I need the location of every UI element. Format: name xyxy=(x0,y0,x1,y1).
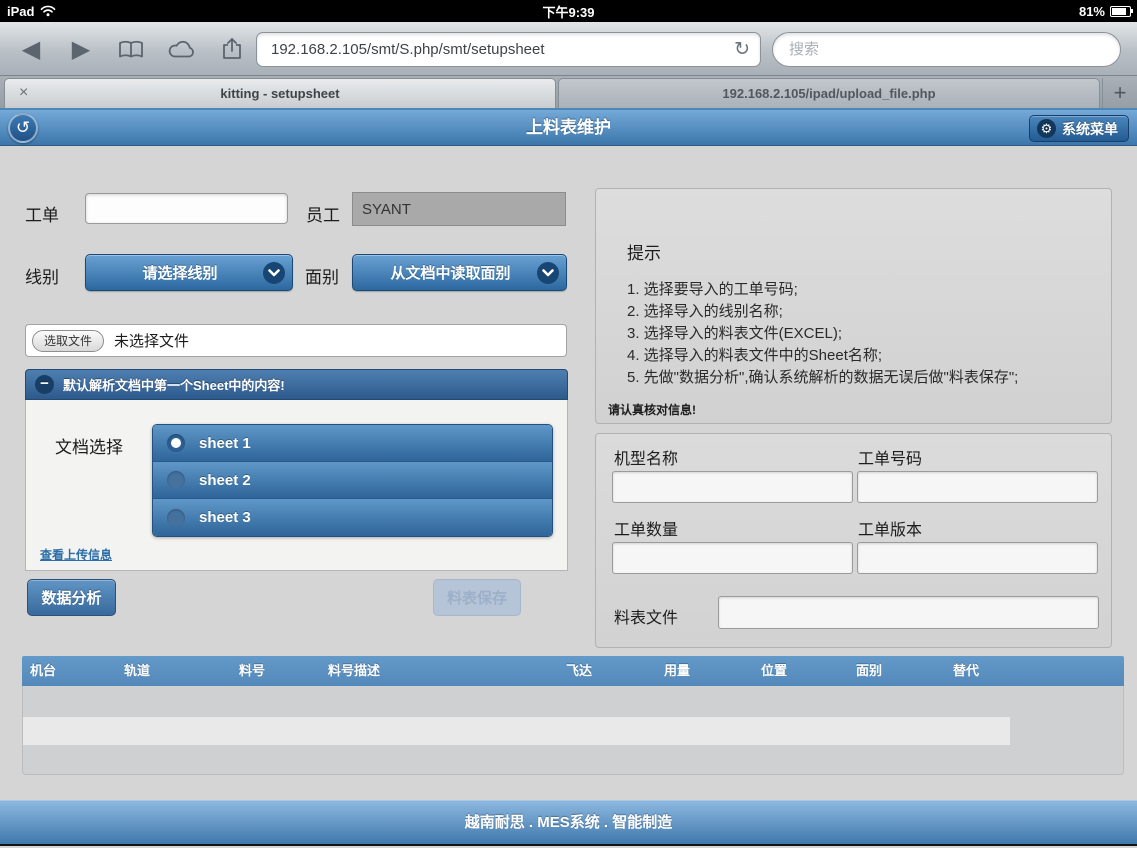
sheet-option-3[interactable]: sheet 3 xyxy=(153,499,552,536)
view-upload-info-link[interactable]: 查看上传信息 xyxy=(40,546,112,563)
table-header-row: 机台 轨道 料号 料号描述 飞达 用量 位置 面别 替代 xyxy=(22,656,1124,686)
sheet-option-label: sheet 1 xyxy=(199,435,251,452)
share-icon[interactable] xyxy=(214,22,250,76)
cloud-icon[interactable] xyxy=(162,22,202,76)
line-label: 线别 xyxy=(25,263,59,288)
col-position: 位置 xyxy=(753,656,848,686)
materials-table: 机台 轨道 料号 料号描述 飞达 用量 位置 面别 替代 xyxy=(22,656,1124,775)
col-feeder: 飞达 xyxy=(558,656,656,686)
system-menu-label: 系统菜单 xyxy=(1062,119,1118,139)
sheet-list: sheet 1 sheet 2 sheet 3 xyxy=(152,424,553,537)
tab-upload-file[interactable]: 192.168.2.105/ipad/upload_file.php xyxy=(558,78,1100,108)
tab-title: kitting - setupsheet xyxy=(220,86,339,101)
page-back-button[interactable]: ↺ xyxy=(8,113,38,143)
radio-selected-icon[interactable] xyxy=(167,434,185,452)
collapse-minus-icon[interactable]: − xyxy=(35,375,54,394)
sheet-panel-title: 默认解析文档中第一个Sheet中的内容! xyxy=(63,375,285,394)
status-bar: iPad 下午9:39 81% xyxy=(0,0,1137,22)
col-substitute: 替代 xyxy=(945,656,1124,686)
col-part-desc: 料号描述 xyxy=(320,656,558,686)
line-select-dropdown[interactable]: 请选择线别 xyxy=(85,254,293,291)
col-track: 轨道 xyxy=(116,656,231,686)
search-input[interactable] xyxy=(772,32,1121,67)
line-select-value: 请选择线别 xyxy=(142,262,217,283)
bookmarks-icon[interactable] xyxy=(112,22,150,76)
forward-icon[interactable]: ▶ xyxy=(66,22,96,76)
sheet-file-input[interactable] xyxy=(718,596,1099,629)
model-name-input[interactable] xyxy=(612,471,853,503)
model-name-label: 机型名称 xyxy=(614,445,678,469)
side-select-dropdown[interactable]: 从文档中读取面别 xyxy=(352,254,567,291)
system-menu-button[interactable]: ⚙ 系统菜单 xyxy=(1029,115,1129,142)
order-no-input[interactable] xyxy=(857,471,1098,503)
order-ver-input[interactable] xyxy=(857,542,1098,574)
tips-footer-note: 请认真核对信息! xyxy=(608,401,696,418)
clock: 下午9:39 xyxy=(0,2,1137,21)
search-field-wrap xyxy=(772,32,1121,67)
tip-item: 3. 选择导入的料表文件(EXCEL); xyxy=(627,323,1018,345)
sheet-option-label: sheet 2 xyxy=(199,472,251,489)
tab-bar: × kitting - setupsheet 192.168.2.105/ipa… xyxy=(0,76,1137,108)
new-tab-button[interactable]: + xyxy=(1102,78,1137,108)
url-text: 192.168.2.105/smt/S.php/smt/setupsheet xyxy=(271,41,734,58)
gear-icon: ⚙ xyxy=(1037,119,1056,138)
file-picker: 选取文件 未选择文件 xyxy=(25,324,567,357)
work-order-input[interactable] xyxy=(85,193,288,224)
col-part-no: 料号 xyxy=(231,656,320,686)
tips-panel: 提示 1. 选择要导入的工单号码; 2. 选择导入的线别名称; 3. 选择导入的… xyxy=(595,188,1112,424)
reload-icon[interactable]: ↻ xyxy=(734,38,750,61)
app-header: 上料表维护 ↺ ⚙ 系统菜单 xyxy=(0,108,1137,146)
tab-title: 192.168.2.105/ipad/upload_file.php xyxy=(722,86,935,101)
order-qty-label: 工单数量 xyxy=(614,516,678,540)
radio-icon[interactable] xyxy=(167,509,185,527)
order-ver-label: 工单版本 xyxy=(858,516,922,540)
tab-kitting-setupsheet[interactable]: × kitting - setupsheet xyxy=(4,78,556,108)
tip-item: 2. 选择导入的线别名称; xyxy=(627,301,1018,323)
chevron-down-icon xyxy=(537,262,559,284)
chevron-down-icon xyxy=(263,262,285,284)
battery-percent: 81% xyxy=(1079,4,1105,19)
radio-icon[interactable] xyxy=(167,471,185,489)
browser-toolbar: ◀ ▶ 192.168.2.105/smt/S.php/smt/setupshe… xyxy=(0,22,1137,76)
sheet-option-label: sheet 3 xyxy=(199,509,251,526)
employee-label: 员工 xyxy=(306,201,340,226)
table-row xyxy=(23,717,1010,745)
sheet-option-2[interactable]: sheet 2 xyxy=(153,462,552,499)
table-body xyxy=(22,686,1124,775)
col-machine: 机台 xyxy=(22,656,116,686)
col-usage: 用量 xyxy=(656,656,753,686)
tips-title: 提示 xyxy=(627,239,661,264)
sheet-panel-header[interactable]: − 默认解析文档中第一个Sheet中的内容! xyxy=(25,369,568,400)
sheet-save-button-disabled: 料表保存 xyxy=(433,579,521,616)
sheet-option-1[interactable]: sheet 1 xyxy=(153,425,552,462)
col-side: 面别 xyxy=(848,656,945,686)
tip-item: 5. 先做"数据分析",确认系统解析的数据无误后做"料表保存"; xyxy=(627,367,1018,389)
side-label: 面别 xyxy=(305,263,339,288)
page-title: 上料表维护 xyxy=(0,110,1137,146)
url-bar[interactable]: 192.168.2.105/smt/S.php/smt/setupsheet ↻ xyxy=(256,32,761,67)
close-tab-icon[interactable]: × xyxy=(19,79,28,107)
screen: iPad 下午9:39 81% ◀ ▶ 192.168.2.105/smt/S.… xyxy=(0,0,1137,848)
employee-field: SYANT xyxy=(352,192,566,226)
back-icon[interactable]: ◀ xyxy=(16,22,46,76)
tips-list: 1. 选择要导入的工单号码; 2. 选择导入的线别名称; 3. 选择导入的料表文… xyxy=(627,279,1018,389)
order-no-label: 工单号码 xyxy=(858,445,922,469)
app-footer: 越南耐思 . MES系统 . 智能制造 xyxy=(0,800,1137,846)
sheet-file-label: 料表文件 xyxy=(614,604,678,628)
tip-item: 4. 选择导入的料表文件中的Sheet名称; xyxy=(627,345,1018,367)
order-info-panel: 机型名称 工单号码 工单数量 工单版本 料表文件 xyxy=(595,433,1112,648)
tip-item: 1. 选择要导入的工单号码; xyxy=(627,279,1018,301)
data-analyze-button[interactable]: 数据分析 xyxy=(27,579,116,616)
doc-select-label: 文档选择 xyxy=(55,433,123,458)
order-qty-input[interactable] xyxy=(612,542,853,574)
choose-file-button[interactable]: 选取文件 xyxy=(32,330,104,352)
battery-icon xyxy=(1110,6,1131,17)
file-status-text: 未选择文件 xyxy=(114,330,189,351)
work-order-label: 工单 xyxy=(25,201,59,226)
side-select-value: 从文档中读取面别 xyxy=(390,262,510,283)
